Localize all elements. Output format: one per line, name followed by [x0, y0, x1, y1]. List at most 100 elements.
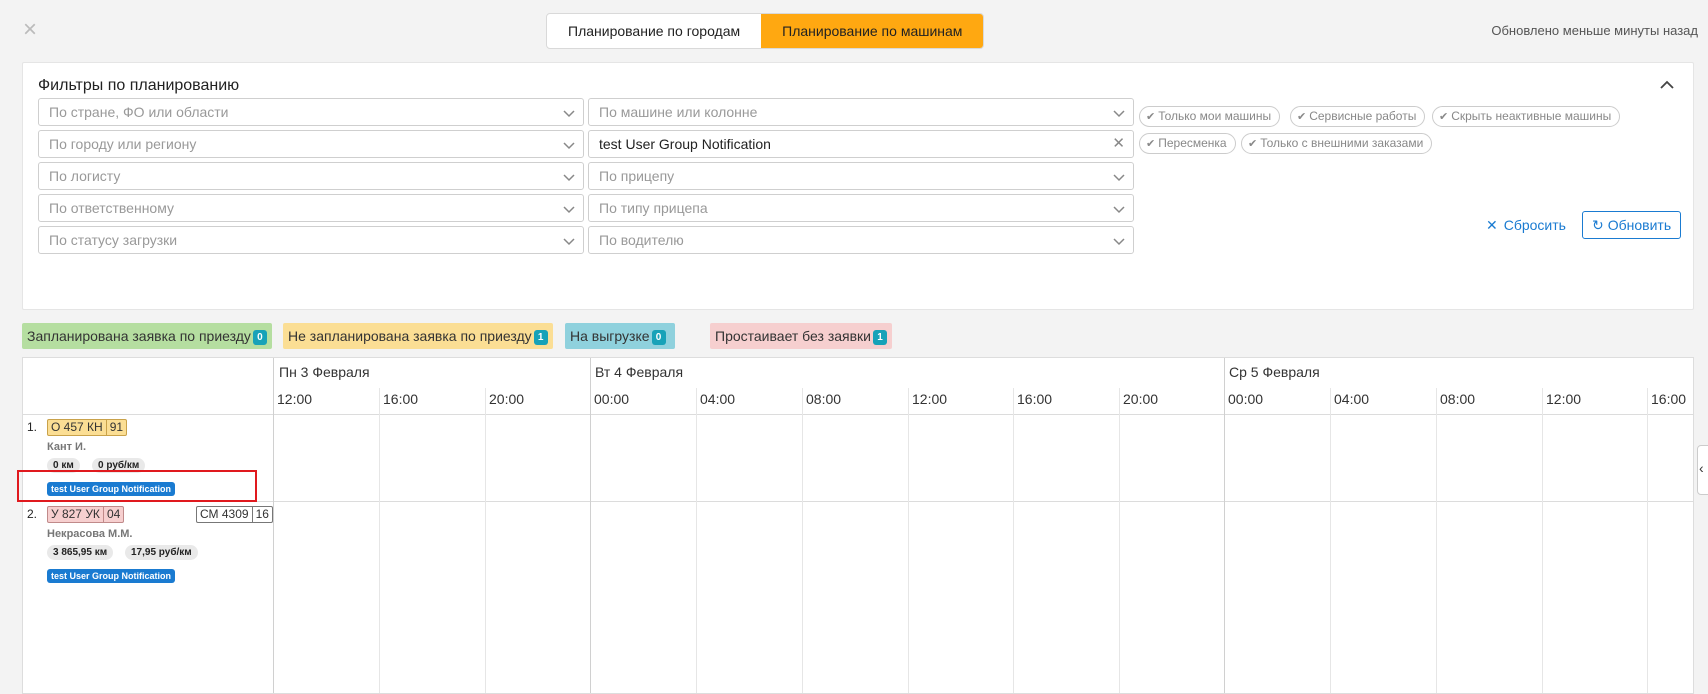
- driver-select-placeholder: По водителю: [599, 232, 684, 248]
- legend-label: Запланирована заявка по приезду: [27, 328, 251, 344]
- filter-title: Фильтры по планированию: [38, 77, 240, 94]
- chevron-up-icon[interactable]: [1659, 77, 1675, 93]
- time-label: 20:00: [1123, 391, 1159, 407]
- time-label: 00:00: [1228, 391, 1264, 407]
- chevron-down-icon: [1113, 238, 1125, 246]
- plate-region: 04: [102, 507, 123, 522]
- filter-panel: Фильтры по планированию По стране, ФО ил…: [22, 62, 1694, 310]
- vehicle-select-placeholder: По машине или колонне: [599, 104, 758, 120]
- chevron-down-icon: [1113, 110, 1125, 118]
- city-select[interactable]: По городу или региону: [38, 130, 584, 158]
- reset-button[interactable]: ✕ Сбросить: [1486, 213, 1566, 237]
- chevron-down-icon: [563, 206, 575, 214]
- check-icon: ✔: [1297, 111, 1307, 123]
- legend-idle[interactable]: Простаивает без заявки 1: [710, 323, 893, 349]
- legend-unloading[interactable]: На выгрузке 0: [565, 323, 675, 349]
- distance-pill: 3 865,95 км: [47, 545, 114, 560]
- vehicle-plate[interactable]: О 457 КН 91: [47, 419, 128, 436]
- time-label: 16:00: [383, 391, 419, 407]
- legend-label: На выгрузке: [570, 328, 650, 344]
- vehicle-select[interactable]: По машине или колонне: [588, 98, 1134, 126]
- user-group-tag[interactable]: test User Group Notification: [47, 569, 176, 583]
- time-label: 08:00: [806, 391, 842, 407]
- chip-label: Только мои машины: [1158, 109, 1272, 123]
- rate-pill: 0 руб/км: [92, 458, 146, 473]
- count-badge: 0: [252, 329, 267, 345]
- refresh-icon: ↻: [1592, 217, 1604, 233]
- responsible-select-placeholder: По ответственному: [49, 200, 174, 216]
- legend-planned[interactable]: Запланирована заявка по приезду 0: [22, 323, 272, 349]
- legend-label: Не запланирована заявка по приезду: [288, 328, 532, 344]
- trailer-type-select-placeholder: По типу прицепа: [599, 200, 708, 216]
- check-icon: ✔: [1146, 111, 1156, 123]
- city-select-placeholder: По городу или региону: [49, 136, 197, 152]
- trailer-select[interactable]: По прицепу: [588, 162, 1134, 190]
- side-panel-toggle[interactable]: ‹: [1697, 445, 1708, 495]
- gridline: [590, 358, 591, 693]
- legend-label: Простаивает без заявки: [715, 328, 872, 344]
- clear-icon[interactable]: ✕: [1112, 131, 1125, 157]
- time-label: 20:00: [489, 391, 525, 407]
- close-icon: ✕: [1486, 217, 1498, 233]
- user-group-tag[interactable]: test User Group Notification: [47, 482, 176, 496]
- chevron-down-icon: [563, 142, 575, 150]
- close-icon[interactable]: ×: [20, 18, 40, 42]
- chevron-down-icon: [1113, 206, 1125, 214]
- chip-my-vehicles[interactable]: ✔ Только мои машины: [1139, 106, 1281, 127]
- driver-select[interactable]: По водителю: [588, 226, 1134, 254]
- gridline: [908, 388, 909, 693]
- load-status-select[interactable]: По статусу загрузки: [38, 226, 584, 254]
- planning-mode-toggle: Планирование по городам Планирование по …: [546, 13, 985, 49]
- reset-label: Сбросить: [1503, 217, 1566, 233]
- vehicle-plate[interactable]: У 827 УК 04: [47, 506, 125, 523]
- plate-number: У 827 УК: [51, 507, 100, 521]
- trailer-number: СМ 4309: [200, 507, 249, 521]
- tab-cities[interactable]: Планирование по городам: [547, 14, 761, 48]
- trailer-select-placeholder: По прицепу: [599, 168, 675, 184]
- user-group-select-value: test User Group Notification: [599, 136, 771, 152]
- gridline: [1330, 388, 1331, 693]
- time-label: 04:00: [1334, 391, 1370, 407]
- chip-label: Сервисные работы: [1309, 109, 1417, 123]
- chip-external-orders[interactable]: ✔ Только с внешними заказами: [1241, 133, 1433, 154]
- time-label: 00:00: [594, 391, 630, 407]
- check-icon: ✔: [1146, 138, 1156, 150]
- check-icon: ✔: [1439, 111, 1449, 123]
- responsible-select[interactable]: По ответственному: [38, 194, 584, 222]
- gridline: [1542, 388, 1543, 693]
- tab-vehicles[interactable]: Планирование по машинам: [761, 14, 984, 48]
- timeline-grid: Пн 3 Февраля Вт 4 Февраля Ср 5 Февраля 1…: [22, 357, 1694, 694]
- time-label: 08:00: [1440, 391, 1476, 407]
- load-status-select-placeholder: По статусу загрузки: [49, 232, 178, 248]
- chip-label: Только с внешними заказами: [1260, 136, 1424, 150]
- planning-page: × Планирование по городам Планирование п…: [0, 0, 1708, 694]
- trailer-type-select[interactable]: По типу прицепа: [588, 194, 1134, 222]
- plate-number: О 457 КН: [51, 420, 103, 434]
- day-label: Пн 3 Февраля: [279, 364, 370, 380]
- gridline: [485, 388, 486, 693]
- logist-select[interactable]: По логисту: [38, 162, 584, 190]
- chip-shift-change[interactable]: ✔ Пересменка: [1139, 133, 1236, 154]
- chip-hide-inactive[interactable]: ✔ Скрыть неактивные машины: [1432, 106, 1621, 127]
- gridline: [1013, 388, 1014, 693]
- gridline: [1436, 388, 1437, 693]
- trailer-plate[interactable]: СМ 4309 16: [196, 506, 273, 523]
- legend-not-planned[interactable]: Не запланирована заявка по приезду 1: [283, 323, 553, 349]
- time-label: 16:00: [1017, 391, 1053, 407]
- time-label: 12:00: [277, 391, 313, 407]
- check-icon: ✔: [1248, 138, 1258, 150]
- trailer-region: 16: [251, 507, 272, 522]
- gridline: [1224, 358, 1225, 693]
- user-group-select[interactable]: test User Group Notification ✕: [588, 130, 1134, 158]
- refresh-button[interactable]: ↻ Обновить: [1582, 211, 1682, 239]
- chip-service-works[interactable]: ✔ Сервисные работы: [1290, 106, 1426, 127]
- country-select[interactable]: По стране, ФО или области: [38, 98, 584, 126]
- rate-pill: 17,95 руб/км: [125, 545, 198, 560]
- country-select-placeholder: По стране, ФО или области: [49, 104, 229, 120]
- plate-region: 91: [105, 420, 126, 435]
- updated-status: Обновлено меньше минуты назад: [1491, 23, 1698, 38]
- time-label: 16:00: [1651, 391, 1687, 407]
- time-label: 04:00: [700, 391, 736, 407]
- driver-name: Кант И.: [47, 441, 87, 453]
- refresh-label: Обновить: [1607, 217, 1672, 233]
